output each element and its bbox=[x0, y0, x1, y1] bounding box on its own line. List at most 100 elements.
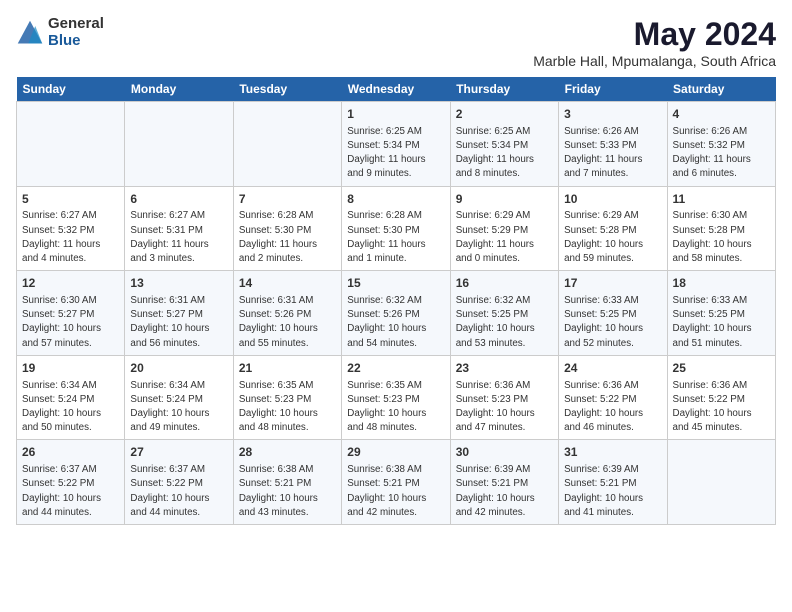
day-info: Sunrise: 6:25 AM Sunset: 5:34 PM Dayligh… bbox=[456, 125, 553, 182]
day-info: Sunrise: 6:31 AM Sunset: 5:26 PM Dayligh… bbox=[239, 294, 336, 351]
day-info: Sunrise: 6:39 AM Sunset: 5:21 PM Dayligh… bbox=[456, 463, 553, 520]
calendar-table: SundayMondayTuesdayWednesdayThursdayFrid… bbox=[16, 77, 776, 525]
day-number: 13 bbox=[130, 275, 227, 292]
day-info: Sunrise: 6:33 AM Sunset: 5:25 PM Dayligh… bbox=[564, 294, 661, 351]
calendar-header: SundayMondayTuesdayWednesdayThursdayFrid… bbox=[17, 77, 776, 102]
calendar-cell: 29 Sunrise: 6:38 AM Sunset: 5:21 PM Dayli… bbox=[342, 440, 450, 525]
day-info: Sunrise: 6:28 AM Sunset: 5:30 PM Dayligh… bbox=[347, 209, 444, 266]
day-number: 2 bbox=[456, 106, 553, 123]
logo: General Blue bbox=[16, 16, 104, 49]
calendar-cell: 25 Sunrise: 6:36 AM Sunset: 5:22 PM Dayli… bbox=[667, 355, 775, 440]
day-number: 11 bbox=[673, 191, 770, 208]
day-number: 15 bbox=[347, 275, 444, 292]
day-info: Sunrise: 6:25 AM Sunset: 5:34 PM Dayligh… bbox=[347, 125, 444, 182]
calendar-cell: 16Sunrise: 6:32 AM Sunset: 5:25 PM Dayli… bbox=[450, 271, 558, 356]
logo-blue-text: Blue bbox=[48, 33, 104, 50]
calendar-cell: 1Sunrise: 6:25 AM Sunset: 5:34 PM Daylig… bbox=[342, 102, 450, 187]
weekday-header-friday: Friday bbox=[559, 77, 667, 102]
day-number: 20 bbox=[130, 360, 227, 377]
calendar-week-row: 19 Sunrise: 6:34 AM Sunset: 5:24 PM Dayli… bbox=[17, 355, 776, 440]
day-number: 4 bbox=[673, 106, 770, 123]
calendar-cell: 15 Sunrise: 6:32 AM Sunset: 5:26 PM Dayli… bbox=[342, 271, 450, 356]
calendar-cell bbox=[233, 102, 341, 187]
day-number: 21 bbox=[239, 360, 336, 377]
day-number: 27 bbox=[130, 444, 227, 461]
calendar-cell: 24 Sunrise: 6:36 AM Sunset: 5:22 PM Dayli… bbox=[559, 355, 667, 440]
day-info: Sunrise: 6:36 AM Sunset: 5:23 PM Dayligh… bbox=[456, 379, 553, 436]
day-info: Sunrise: 6:28 AM Sunset: 5:30 PM Dayligh… bbox=[239, 209, 336, 266]
calendar-week-row: 5Sunrise: 6:27 AM Sunset: 5:32 PM Daylig… bbox=[17, 186, 776, 271]
calendar-week-row: 12 Sunrise: 6:30 AM Sunset: 5:27 PM Dayli… bbox=[17, 271, 776, 356]
day-info: Sunrise: 6:37 AM Sunset: 5:22 PM Dayligh… bbox=[130, 463, 227, 520]
day-info: Sunrise: 6:27 AM Sunset: 5:32 PM Dayligh… bbox=[22, 209, 119, 266]
calendar-cell: 5Sunrise: 6:27 AM Sunset: 5:32 PM Daylig… bbox=[17, 186, 125, 271]
day-number: 12 bbox=[22, 275, 119, 292]
day-info: Sunrise: 6:39 AM Sunset: 5:21 PM Dayligh… bbox=[564, 463, 661, 520]
calendar-cell: 23 Sunrise: 6:36 AM Sunset: 5:23 PM Dayli… bbox=[450, 355, 558, 440]
calendar-cell: 6Sunrise: 6:27 AM Sunset: 5:31 PM Daylig… bbox=[125, 186, 233, 271]
calendar-cell: 27 Sunrise: 6:37 AM Sunset: 5:22 PM Dayli… bbox=[125, 440, 233, 525]
day-number: 19 bbox=[22, 360, 119, 377]
day-info: Sunrise: 6:38 AM Sunset: 5:21 PM Dayligh… bbox=[347, 463, 444, 520]
day-info: Sunrise: 6:32 AM Sunset: 5:26 PM Dayligh… bbox=[347, 294, 444, 351]
day-number: 31 bbox=[564, 444, 661, 461]
calendar-cell: 30 Sunrise: 6:39 AM Sunset: 5:21 PM Dayli… bbox=[450, 440, 558, 525]
day-info: Sunrise: 6:26 AM Sunset: 5:33 PM Dayligh… bbox=[564, 125, 661, 182]
calendar-cell: 19 Sunrise: 6:34 AM Sunset: 5:24 PM Dayli… bbox=[17, 355, 125, 440]
calendar-cell: 28Sunrise: 6:38 AM Sunset: 5:21 PM Dayli… bbox=[233, 440, 341, 525]
calendar-cell: 22 Sunrise: 6:35 AM Sunset: 5:23 PM Dayli… bbox=[342, 355, 450, 440]
weekday-row: SundayMondayTuesdayWednesdayThursdayFrid… bbox=[17, 77, 776, 102]
weekday-header-tuesday: Tuesday bbox=[233, 77, 341, 102]
logo-icon bbox=[16, 19, 44, 47]
day-info: Sunrise: 6:30 AM Sunset: 5:28 PM Dayligh… bbox=[673, 209, 770, 266]
calendar-cell: 18Sunrise: 6:33 AM Sunset: 5:25 PM Dayli… bbox=[667, 271, 775, 356]
day-info: Sunrise: 6:38 AM Sunset: 5:21 PM Dayligh… bbox=[239, 463, 336, 520]
day-info: Sunrise: 6:29 AM Sunset: 5:29 PM Dayligh… bbox=[456, 209, 553, 266]
calendar-cell: 26 Sunrise: 6:37 AM Sunset: 5:22 PM Dayli… bbox=[17, 440, 125, 525]
day-info: Sunrise: 6:35 AM Sunset: 5:23 PM Dayligh… bbox=[239, 379, 336, 436]
day-number: 5 bbox=[22, 191, 119, 208]
day-number: 30 bbox=[456, 444, 553, 461]
calendar-week-row: 1Sunrise: 6:25 AM Sunset: 5:34 PM Daylig… bbox=[17, 102, 776, 187]
day-number: 24 bbox=[564, 360, 661, 377]
calendar-cell: 3 Sunrise: 6:26 AM Sunset: 5:33 PM Daylig… bbox=[559, 102, 667, 187]
calendar-cell: 10Sunrise: 6:29 AM Sunset: 5:28 PM Dayli… bbox=[559, 186, 667, 271]
day-info: Sunrise: 6:34 AM Sunset: 5:24 PM Dayligh… bbox=[130, 379, 227, 436]
day-number: 22 bbox=[347, 360, 444, 377]
day-number: 16 bbox=[456, 275, 553, 292]
day-number: 9 bbox=[456, 191, 553, 208]
page-title: May 2024 bbox=[533, 16, 776, 53]
day-number: 23 bbox=[456, 360, 553, 377]
day-info: Sunrise: 6:35 AM Sunset: 5:23 PM Dayligh… bbox=[347, 379, 444, 436]
weekday-header-monday: Monday bbox=[125, 77, 233, 102]
day-number: 18 bbox=[673, 275, 770, 292]
logo-general-text: General bbox=[48, 16, 104, 33]
calendar-cell: 2 Sunrise: 6:25 AM Sunset: 5:34 PM Daylig… bbox=[450, 102, 558, 187]
day-info: Sunrise: 6:27 AM Sunset: 5:31 PM Dayligh… bbox=[130, 209, 227, 266]
calendar-cell: 20 Sunrise: 6:34 AM Sunset: 5:24 PM Dayli… bbox=[125, 355, 233, 440]
day-number: 10 bbox=[564, 191, 661, 208]
weekday-header-thursday: Thursday bbox=[450, 77, 558, 102]
day-number: 8 bbox=[347, 191, 444, 208]
day-info: Sunrise: 6:34 AM Sunset: 5:24 PM Dayligh… bbox=[22, 379, 119, 436]
day-info: Sunrise: 6:36 AM Sunset: 5:22 PM Dayligh… bbox=[564, 379, 661, 436]
day-number: 29 bbox=[347, 444, 444, 461]
day-number: 25 bbox=[673, 360, 770, 377]
day-number: 7 bbox=[239, 191, 336, 208]
page-subtitle: Marble Hall, Mpumalanga, South Africa bbox=[533, 53, 776, 69]
day-info: Sunrise: 6:30 AM Sunset: 5:27 PM Dayligh… bbox=[22, 294, 119, 351]
day-info: Sunrise: 6:37 AM Sunset: 5:22 PM Dayligh… bbox=[22, 463, 119, 520]
weekday-header-wednesday: Wednesday bbox=[342, 77, 450, 102]
logo-text: General Blue bbox=[48, 16, 104, 49]
day-info: Sunrise: 6:29 AM Sunset: 5:28 PM Dayligh… bbox=[564, 209, 661, 266]
calendar-cell bbox=[17, 102, 125, 187]
weekday-header-saturday: Saturday bbox=[667, 77, 775, 102]
calendar-week-row: 26 Sunrise: 6:37 AM Sunset: 5:22 PM Dayli… bbox=[17, 440, 776, 525]
calendar-cell: 4 Sunrise: 6:26 AM Sunset: 5:32 PM Daylig… bbox=[667, 102, 775, 187]
day-number: 26 bbox=[22, 444, 119, 461]
day-info: Sunrise: 6:26 AM Sunset: 5:32 PM Dayligh… bbox=[673, 125, 770, 182]
day-number: 3 bbox=[564, 106, 661, 123]
day-info: Sunrise: 6:36 AM Sunset: 5:22 PM Dayligh… bbox=[673, 379, 770, 436]
calendar-cell: 9Sunrise: 6:29 AM Sunset: 5:29 PM Daylig… bbox=[450, 186, 558, 271]
day-number: 6 bbox=[130, 191, 227, 208]
